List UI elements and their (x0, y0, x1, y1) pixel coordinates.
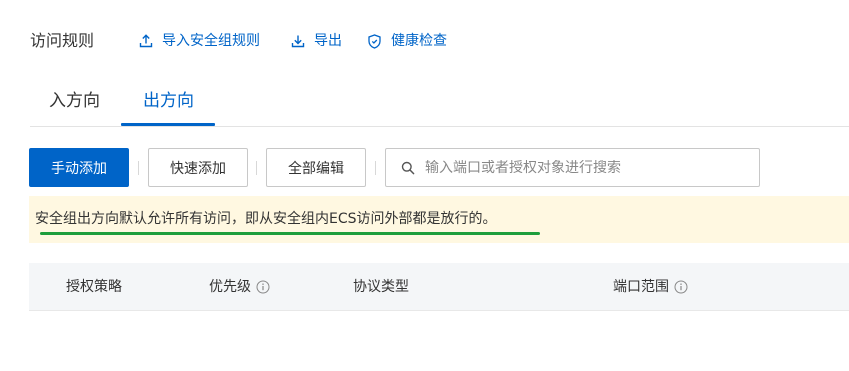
manual-add-button[interactable]: 手动添加 (29, 148, 129, 187)
column-header-priority: 优先级 (209, 277, 270, 297)
column-header-label: 端口范围 (613, 279, 669, 295)
edit-all-button[interactable]: 全部编辑 (266, 148, 366, 187)
info-icon[interactable] (674, 280, 688, 294)
export-link[interactable]: 导出 (291, 31, 342, 51)
tab-outbound[interactable]: 出方向 (143, 89, 194, 113)
highlight-underline (40, 232, 540, 235)
import-rules-link[interactable]: 导入安全组规则 (139, 31, 260, 51)
tab-inbound[interactable]: 入方向 (49, 89, 100, 113)
search-input[interactable] (425, 159, 745, 176)
health-check-link[interactable]: 健康检查 (367, 31, 447, 51)
quick-add-button[interactable]: 快速添加 (148, 148, 248, 187)
column-header-port-range: 端口范围 (613, 277, 688, 297)
info-icon[interactable] (256, 280, 270, 294)
column-header-label: 授权策略 (66, 279, 122, 295)
page-title: 访问规则 (30, 31, 95, 50)
column-header-policy: 授权策略 (66, 277, 122, 297)
search-box[interactable] (385, 148, 760, 187)
column-header-protocol: 协议类型 (353, 277, 409, 297)
search-icon (401, 161, 415, 174)
tabs-divider (30, 126, 849, 127)
download-icon (291, 35, 305, 48)
import-rules-label: 导入安全组规则 (162, 33, 260, 49)
export-label: 导出 (314, 33, 342, 49)
toolbar-separator (256, 161, 257, 175)
notice-text: 安全组出方向默认允许所有访问，即从安全组内ECS访问外部都是放行的。 (35, 211, 497, 227)
upload-icon (139, 34, 153, 48)
toolbar-separator (138, 161, 139, 175)
toolbar-separator (375, 161, 376, 175)
column-header-label: 优先级 (209, 279, 251, 295)
active-tab-indicator (121, 123, 215, 126)
table-header (29, 263, 849, 311)
column-header-label: 协议类型 (353, 279, 409, 295)
health-check-label: 健康检查 (391, 33, 447, 49)
shield-icon (368, 33, 381, 49)
